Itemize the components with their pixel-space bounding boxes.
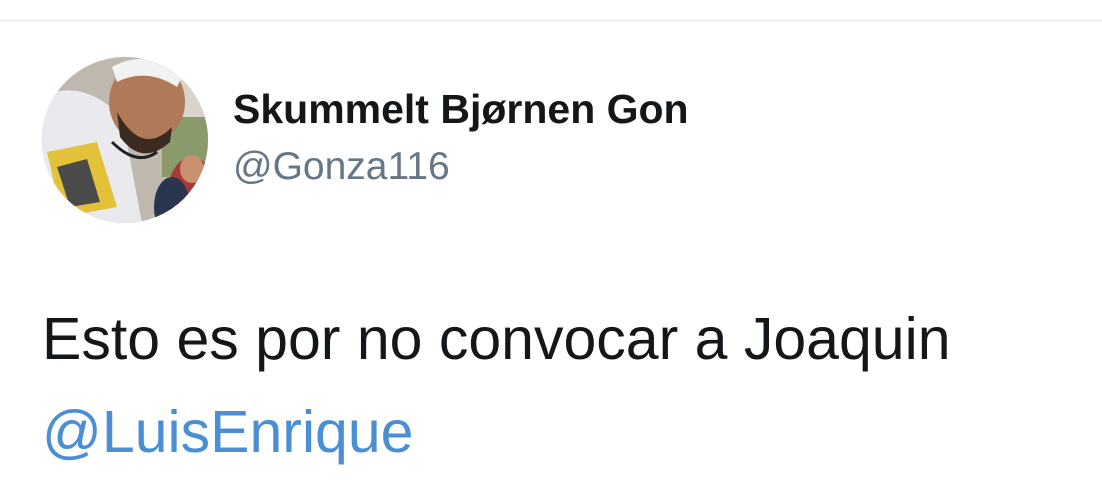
display-name[interactable]: Skummelt Bjørnen Gon (233, 84, 689, 134)
user-handle[interactable]: @Gonza116 (233, 142, 450, 192)
tweet-text: Esto es por no convocar a Joaquin (42, 306, 951, 372)
tweet-card: Skummelt Bjørnen Gon @Gonza116 Esto es p… (0, 0, 1102, 500)
avatar-photo (42, 57, 208, 223)
mention-link[interactable]: @LuisEnrique (42, 397, 414, 467)
top-divider (0, 20, 1102, 21)
avatar[interactable] (42, 57, 208, 223)
